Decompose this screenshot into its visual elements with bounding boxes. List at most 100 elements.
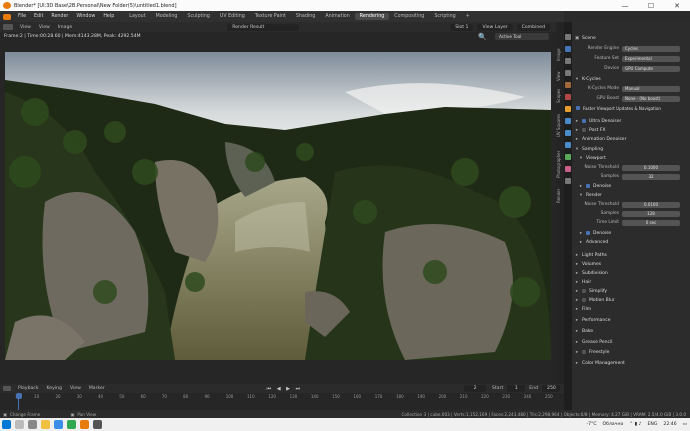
menu-marker[interactable]: Marker bbox=[85, 386, 109, 391]
render-tab-icon[interactable] bbox=[565, 46, 571, 52]
menu-render[interactable]: Render bbox=[47, 14, 72, 19]
tab-scripting[interactable]: Scripting bbox=[429, 13, 460, 20]
weather-desc[interactable]: Облачно bbox=[603, 422, 624, 427]
render-noise-threshold-field[interactable]: 0.0100 bbox=[622, 201, 680, 208]
side-tab-render[interactable]: Render bbox=[556, 186, 564, 206]
zoom-icon[interactable]: 🔍 bbox=[478, 33, 487, 41]
feature-set-dropdown[interactable]: Experimental bbox=[622, 55, 680, 62]
viewport-subsection[interactable]: ▾ Viewport bbox=[572, 154, 690, 162]
gpu-boost-dropdown[interactable]: None - (No boost) bbox=[622, 95, 680, 102]
time-limit-field[interactable]: 0 sec bbox=[622, 219, 680, 226]
kcycles-mode-dropdown[interactable]: Manual bbox=[622, 85, 680, 92]
tab-shading[interactable]: Shading bbox=[291, 13, 321, 20]
viewport-samples-field[interactable]: 32 bbox=[622, 173, 680, 180]
tab-texture-paint[interactable]: Texture Paint bbox=[250, 13, 291, 20]
clock[interactable]: 22:46 bbox=[663, 422, 676, 427]
light-paths-section[interactable]: ▸ Light Paths bbox=[572, 251, 690, 259]
scene-tab-icon[interactable] bbox=[565, 82, 571, 88]
faster-viewport-checkbox[interactable]: Faster Viewport Updates & Navigation bbox=[572, 104, 690, 112]
viewport-noise-threshold-field[interactable]: 0.1000 bbox=[622, 164, 680, 171]
ultra-denoiser-section[interactable]: ▸ Ultra Denoiser bbox=[572, 117, 690, 125]
kcycles-section[interactable]: ▾ K-Cycles bbox=[572, 75, 690, 83]
blender-taskbar-icon[interactable] bbox=[80, 420, 89, 429]
terminal-icon[interactable] bbox=[93, 420, 102, 429]
tray-icons[interactable]: ⌃ ▮ ♪ bbox=[629, 422, 641, 427]
file-explorer-icon[interactable] bbox=[41, 420, 50, 429]
tab-layout[interactable]: Layout bbox=[124, 13, 150, 20]
browser-icon[interactable] bbox=[54, 420, 63, 429]
editor-type-icon[interactable] bbox=[3, 24, 13, 30]
menu-image[interactable]: Image bbox=[54, 25, 76, 30]
sampling-section[interactable]: ▾ Sampling bbox=[572, 145, 690, 153]
start-frame-field[interactable]: 1 bbox=[507, 385, 526, 392]
maximize-button[interactable]: ☐ bbox=[638, 2, 664, 10]
menu-view[interactable]: View bbox=[16, 25, 35, 30]
freestyle-section[interactable]: ▸ Freestyle bbox=[572, 348, 690, 356]
menu-file[interactable]: File bbox=[14, 14, 30, 19]
menu-playback[interactable]: Playback bbox=[14, 386, 43, 391]
slot-selector[interactable]: Slot 1 bbox=[450, 23, 474, 31]
tool-tab-icon[interactable] bbox=[565, 34, 571, 40]
grease-pencil-section[interactable]: ▸ Grease Pencil bbox=[572, 338, 690, 346]
menu-edit[interactable]: Edit bbox=[30, 14, 47, 19]
device-dropdown[interactable]: GPU Compute bbox=[622, 65, 680, 72]
search-icon[interactable] bbox=[15, 420, 24, 429]
timeline-ruler[interactable]: 1102030405060708090100110120130140150160… bbox=[0, 393, 564, 410]
minimize-button[interactable]: — bbox=[612, 2, 638, 10]
material-tab-icon[interactable] bbox=[565, 166, 571, 172]
render-samples-field[interactable]: 128 bbox=[622, 210, 680, 217]
menu-window[interactable]: Window bbox=[72, 14, 99, 19]
film-section[interactable]: ▸ Film bbox=[572, 305, 690, 313]
subdivision-section[interactable]: ▸ Subdivision bbox=[572, 269, 690, 277]
color-management-section[interactable]: ▸ Color Management bbox=[572, 359, 690, 367]
hair-section[interactable]: ▸ Hair bbox=[572, 278, 690, 286]
side-tab-view[interactable]: View bbox=[556, 68, 564, 84]
side-tab-scopes[interactable]: Scopes bbox=[556, 86, 564, 106]
render-denoise-subsection[interactable]: ▸ Denoise bbox=[572, 229, 690, 237]
task-view-icon[interactable] bbox=[28, 420, 37, 429]
notifications-icon[interactable]: ▭ bbox=[683, 422, 687, 427]
animation-denoiser-section[interactable]: ▸ Animation Denoiser bbox=[572, 135, 690, 143]
menu-timeline-view[interactable]: View bbox=[66, 386, 85, 391]
side-tab-uv-squares[interactable]: UV Squares bbox=[556, 108, 564, 142]
menu-help[interactable]: Help bbox=[99, 14, 118, 19]
tab-modeling[interactable]: Modeling bbox=[151, 13, 183, 20]
world-tab-icon[interactable] bbox=[565, 94, 571, 100]
windows-start-icon[interactable] bbox=[2, 420, 11, 429]
post-fx-section[interactable]: ▸ Post FX bbox=[572, 126, 690, 134]
playhead[interactable] bbox=[16, 393, 22, 399]
end-frame-field[interactable]: 250 bbox=[542, 385, 561, 392]
viewport-denoise-subsection[interactable]: ▸ Denoise bbox=[572, 182, 690, 190]
physics-tab-icon[interactable] bbox=[565, 142, 571, 148]
tab-compositing[interactable]: Compositing bbox=[389, 13, 429, 20]
language-indicator[interactable]: ENG bbox=[648, 422, 658, 427]
constraints-tab-icon[interactable] bbox=[565, 154, 571, 160]
tab-sculpting[interactable]: Sculpting bbox=[182, 13, 214, 20]
render-engine-dropdown[interactable]: Cycles bbox=[622, 45, 680, 52]
render-subsection[interactable]: ▾ Render bbox=[572, 191, 690, 199]
simplify-section[interactable]: ▸ Simplify bbox=[572, 287, 690, 295]
add-workspace-button[interactable]: + bbox=[461, 13, 475, 20]
modifier-tab-icon[interactable] bbox=[565, 118, 571, 124]
active-tool-panel[interactable]: Active Tool bbox=[495, 33, 549, 40]
view-layer-tab-icon[interactable] bbox=[565, 70, 571, 76]
render-result-selector[interactable]: Render Result bbox=[227, 23, 300, 31]
particles-tab-icon[interactable] bbox=[565, 130, 571, 136]
tab-animation[interactable]: Animation bbox=[320, 13, 354, 20]
volumes-section[interactable]: ▸ Volumes bbox=[572, 260, 690, 268]
pass-selector[interactable]: Combined bbox=[516, 23, 550, 31]
view-layer-dropdown[interactable]: View Layer bbox=[477, 23, 513, 31]
weather-temp[interactable]: -7°C bbox=[586, 422, 596, 427]
performance-section[interactable]: ▸ Performance bbox=[572, 316, 690, 324]
side-tab-photographer[interactable]: Photographer bbox=[556, 144, 564, 184]
motion-blur-section[interactable]: ▸ Motion Blur bbox=[572, 296, 690, 304]
blender-menu-icon[interactable] bbox=[3, 13, 11, 20]
menu-view-2[interactable]: View bbox=[35, 25, 54, 30]
side-tab-image[interactable]: Image bbox=[556, 44, 564, 66]
advanced-subsection[interactable]: ▸ Advanced bbox=[572, 238, 690, 246]
close-button[interactable]: ✕ bbox=[664, 2, 690, 10]
menu-keying[interactable]: Keying bbox=[43, 386, 66, 391]
output-tab-icon[interactable] bbox=[565, 58, 571, 64]
current-frame-field[interactable]: 2 bbox=[464, 385, 487, 392]
tab-uv-editing[interactable]: UV Editing bbox=[215, 13, 250, 20]
